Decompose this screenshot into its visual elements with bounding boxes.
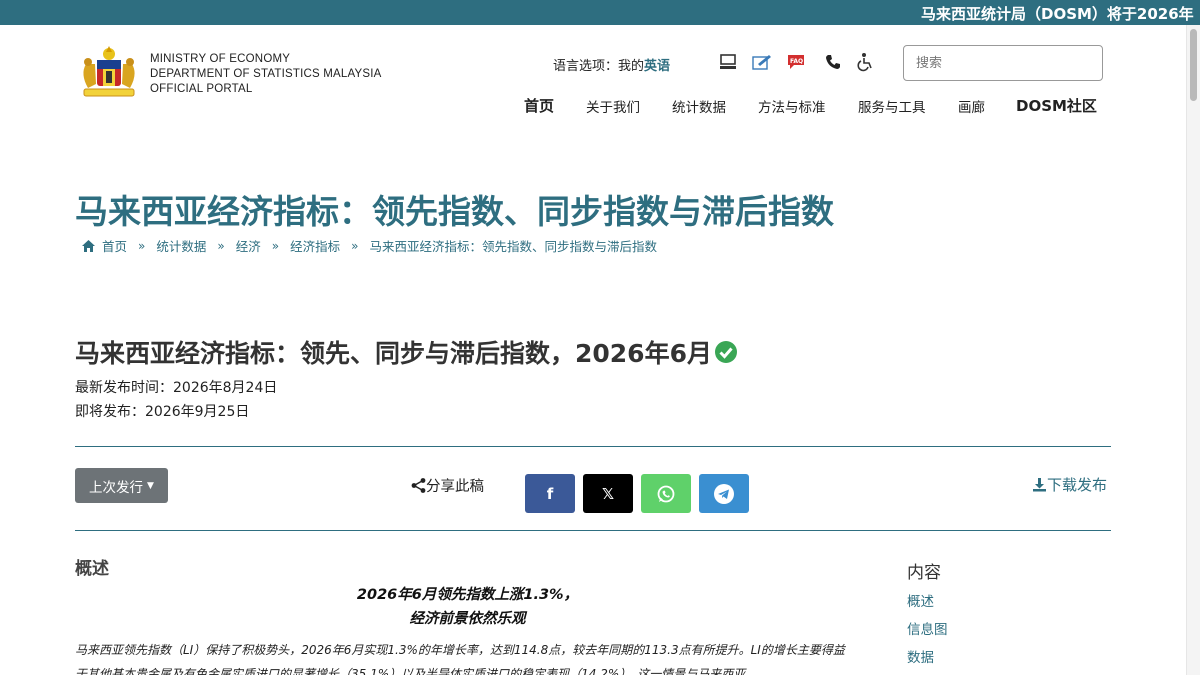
breadcrumb: 首页 » 统计数据 » 经济 » 经济指标 » 马来西亚经济指标：领先指数、同步… [82,236,657,255]
nav-home[interactable]: 首页 [524,95,554,116]
whatsapp-icon [657,485,675,502]
coat-of-arms-logo[interactable] [76,44,142,100]
ticker-text: 马来西亚统计局（DOSM）将于2026年 [921,5,1194,23]
upcoming-release-date: 即将发布：2026年9月25日 [75,404,250,420]
phone-icon[interactable] [822,51,844,73]
breadcrumb-statistics[interactable]: 统计数据 [156,236,206,255]
breadcrumb-separator-icon: » [351,238,359,253]
overview-headline-line2: 经济前景依然乐观 [409,611,526,627]
language-selector[interactable]: 语言选项：我的英语 [553,55,670,74]
breadcrumb-separator-icon: » [217,238,225,253]
share-label: 分享此稿 [411,475,484,496]
divider [75,446,1111,447]
logo-line-1: MINISTRY OF ECONOMY [150,53,291,65]
ministry-title: MINISTRY OF ECONOMY DEPARTMENT OF STATIS… [150,52,382,97]
x-share-button[interactable]: 𝕏 [583,474,633,513]
svg-text:FAQ: FAQ [790,58,803,65]
download-icon [1033,478,1046,492]
nav-gallery[interactable]: 画廊 [958,96,985,116]
whatsapp-share-button[interactable] [641,474,691,513]
download-release-link[interactable]: 下载发布 [1032,474,1107,495]
page-title: 马来西亚经济指标：领先指数、同步指数与滞后指数 [75,192,834,231]
breadcrumb-separator-icon: » [271,238,280,253]
faq-icon[interactable]: FAQ [786,51,808,73]
nav-statistics[interactable]: 统计数据 [672,96,726,116]
overview-headline-line1: 2026年6月领先指数上涨1.3%， [356,587,579,603]
toc-item-data[interactable]: 数据 [907,646,934,666]
computer-icon[interactable] [717,51,739,73]
overview-heading: 概述 [75,559,109,579]
release-title: 马来西亚经济指标：领先、同步与滞后指数，2026年6月 [75,334,738,370]
share-text: 分享此稿 [426,479,484,495]
nav-about[interactable]: 关于我们 [586,96,640,116]
breadcrumb-home[interactable]: 首页 [102,236,127,255]
search-input[interactable] [903,45,1103,81]
toc-item-infographic[interactable]: 信息图 [907,618,948,638]
facebook-icon: f [546,484,554,503]
toc-item-overview[interactable]: 概述 [907,590,934,610]
logo-line-2: DEPARTMENT OF STATISTICS MALAYSIA [150,68,382,80]
breadcrumb-indicators[interactable]: 经济指标 [290,236,340,255]
page-scrollbar[interactable] [1186,25,1200,675]
breadcrumb-current[interactable]: 马来西亚经济指标：领先指数、同步指数与滞后指数 [369,236,657,255]
previous-release-dropdown[interactable]: 上次发行 ▼ [75,468,168,503]
language-label: 语言选项：我的 [553,59,645,74]
feedback-icon[interactable] [751,51,773,73]
scrollbar-thumb[interactable] [1190,29,1197,101]
breadcrumb-economy[interactable]: 经济 [236,236,261,255]
announcement-ticker: 马来西亚统计局（DOSM）将于2026年 [0,0,1200,25]
release-title-text: 马来西亚经济指标：领先、同步与滞后指数，2026年6月 [75,339,712,368]
home-icon[interactable] [82,239,95,252]
nav-services[interactable]: 服务与工具 [858,96,926,116]
share-icon [411,478,426,493]
previous-release-label: 上次发行 [89,479,144,496]
language-value[interactable]: 英语 [644,59,670,74]
nav-methods[interactable]: 方法与标准 [758,96,826,116]
telegram-icon [714,483,734,504]
divider [75,530,1111,531]
download-text: 下载发布 [1047,476,1108,494]
facebook-share-button[interactable]: f [525,474,575,513]
caret-down-icon: ▼ [147,480,154,491]
verified-check-icon [714,341,737,363]
overview-paragraph: 马来西亚领先指数（LI）保持了积极势头，2026年6月实现1.3%的年增长率，达… [75,643,845,675]
nav-community[interactable]: DOSM社区 [1016,95,1097,116]
breadcrumb-separator-icon: » [138,238,146,253]
toc-heading: 内容 [907,563,941,583]
x-icon: 𝕏 [601,484,615,503]
telegram-share-button[interactable] [699,474,749,513]
latest-release-date: 最新发布时间：2026年8月24日 [75,380,278,396]
accessibility-icon[interactable] [854,51,876,73]
logo-line-3: OFFICIAL PORTAL [150,83,253,95]
